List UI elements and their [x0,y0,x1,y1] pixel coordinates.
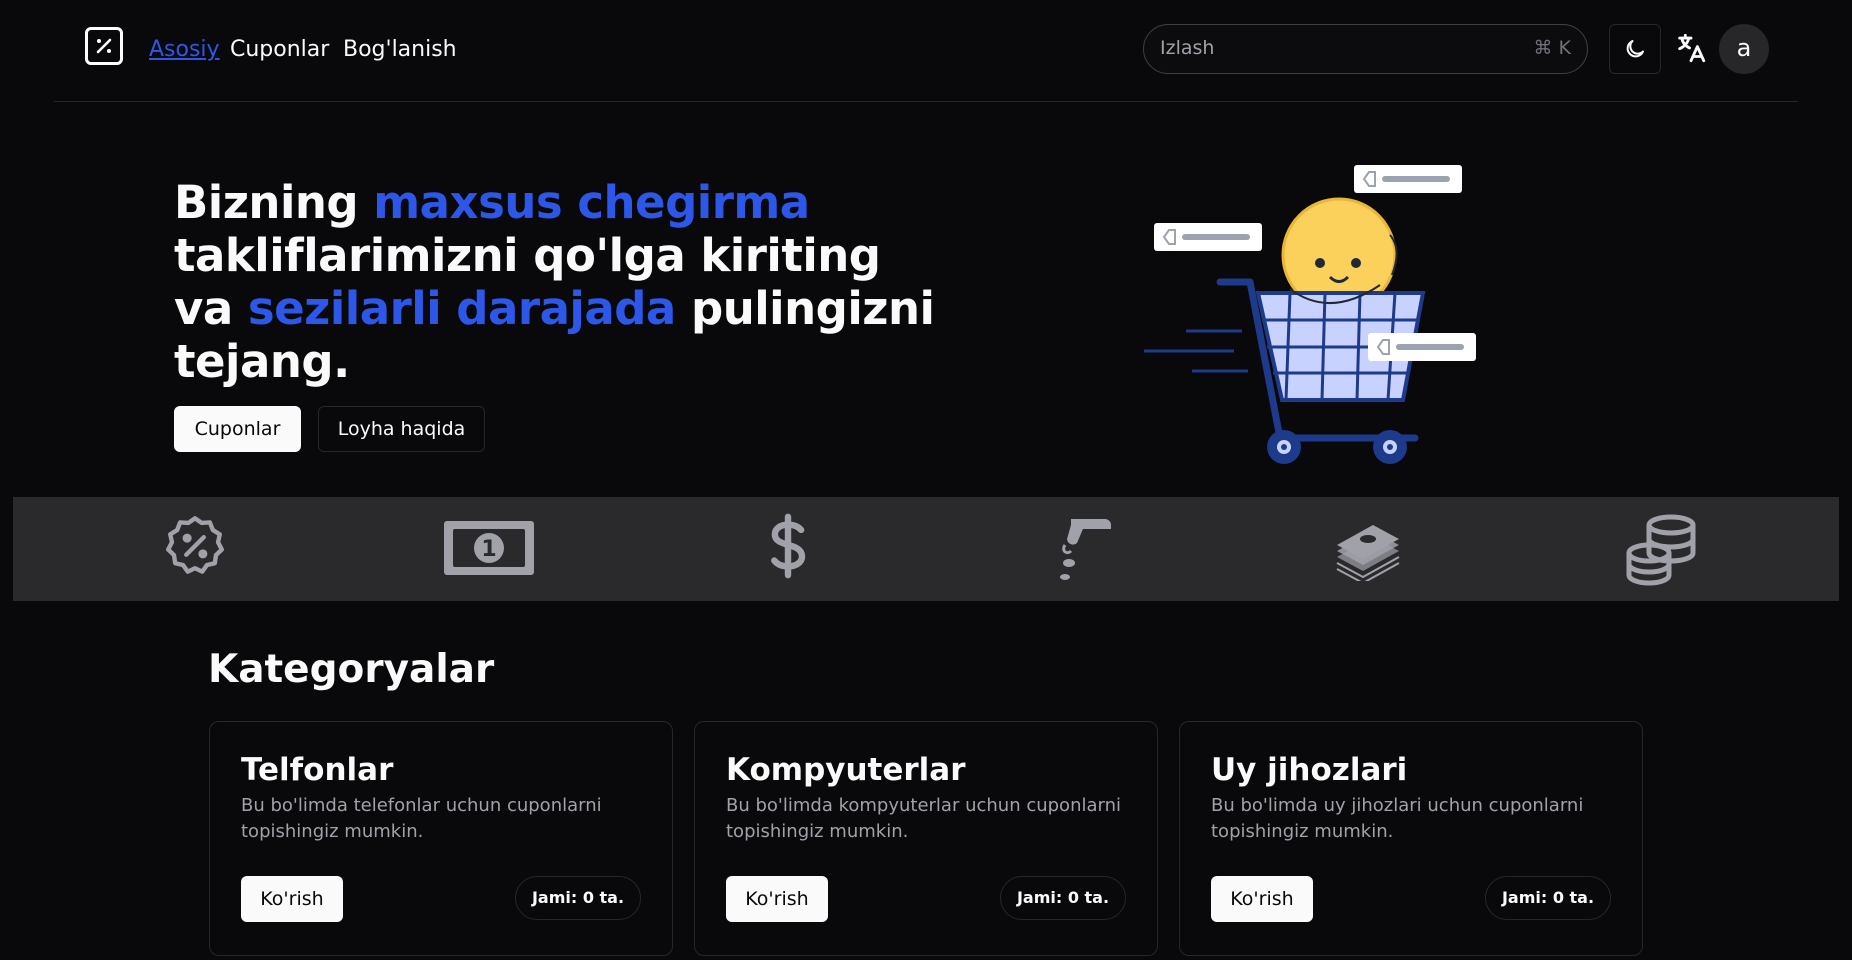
coupon-count-badge: Jami: 0 ta. [1485,876,1611,920]
category-title: Uy jihozlari [1211,752,1408,788]
category-card: Uy jihozlari Bu bo'limda uy jihozlari uc… [1179,721,1643,956]
dollar-sign-icon [771,513,806,579]
about-project-button[interactable]: Loyha haqida [318,406,485,452]
nav-link-contact[interactable]: Bog'lanish [343,37,457,62]
coupon-count-badge: Jami: 0 ta. [1000,876,1126,920]
category-description: Bu bo'limda uy jihozlari uchun cuponlarn… [1211,795,1584,842]
money-stack-icon [1336,525,1400,581]
moon-icon [1626,40,1644,58]
category-title: Telfonlar [241,752,394,788]
hero-title-highlight: sezilarli darajada [247,282,676,335]
category-title: Kompyuterlar [726,752,966,788]
nav-link-home[interactable]: Asosiy [149,37,220,62]
language-button[interactable] [1674,31,1710,67]
hand-coin-icon [1060,519,1111,580]
nav-link-coupons[interactable]: Cuponlar [230,37,329,62]
coins-stack-icon [1626,514,1696,586]
avatar[interactable]: a [1719,24,1769,74]
svg-text:1: 1 [481,537,496,562]
coupon-count-badge: Jami: 0 ta. [515,876,641,920]
navbar: Asosiy Cuponlar Bog'lanish ⌘ K a [54,0,1798,102]
categories-heading: Kategoryalar [208,647,495,692]
shopping-cart-illustration [1144,165,1476,464]
category-description: Bu bo'limda kompyuterlar uchun cuponlarn… [726,795,1122,842]
search-box[interactable]: ⌘ K [1143,24,1588,74]
hero-title: Bizning maxsus chegirma takliflarimizni … [174,176,954,388]
coupons-button[interactable]: Cuponlar [174,406,301,452]
theme-toggle-button[interactable] [1609,24,1661,74]
view-category-button[interactable]: Ko'rish [1211,876,1313,922]
translate-icon [1678,33,1706,63]
search-input[interactable] [1160,37,1490,59]
view-category-button[interactable]: Ko'rish [726,876,828,922]
banknote-icon: 1 [444,521,534,575]
hero-title-highlight: maxsus chegirma [373,176,810,229]
category-card: Kompyuterlar Bu bo'limda kompyuterlar uc… [694,721,1158,956]
category-card: Telfonlar Bu bo'limda telefonlar uchun c… [209,721,673,956]
search-shortcut: ⌘ K [1533,37,1572,59]
money-icon-strip: 1 [13,497,1839,601]
percent-logo-icon[interactable] [85,27,123,65]
discount-badge-icon [165,516,225,574]
view-category-button[interactable]: Ko'rish [241,876,343,922]
hero-title-part: Bizning [174,176,374,229]
category-description: Bu bo'limda telefonlar uchun cuponlarni … [241,795,602,842]
